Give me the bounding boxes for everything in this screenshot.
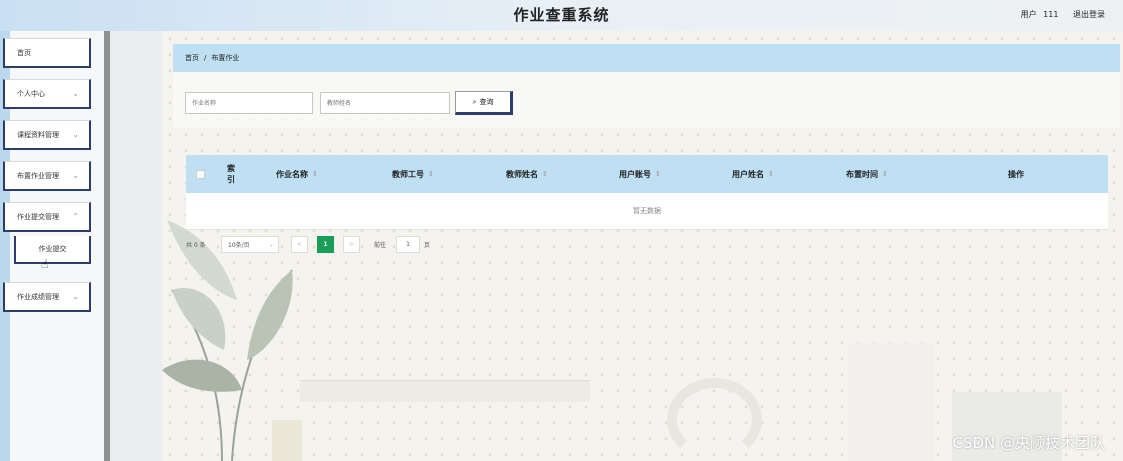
column-header-label: 操作 xyxy=(1008,169,1024,179)
column-header-user-name[interactable]: 用户姓名 ⇕ xyxy=(732,155,774,193)
column-header-label: 教师姓名 xyxy=(506,169,538,179)
stand-decoration xyxy=(272,420,302,461)
chevron-down-icon: ⌄ xyxy=(72,292,79,301)
sidebar-subitem-submit-homework[interactable]: 作业提交 xyxy=(14,236,91,264)
column-header-teacher-id[interactable]: 教师工号 ⇕ xyxy=(392,155,434,193)
chevron-down-icon: ⌄ xyxy=(268,241,274,248)
sidebar-item-course-materials[interactable]: 课程资料管理 ⌄ xyxy=(3,120,91,150)
select-all-checkbox[interactable] xyxy=(196,170,205,179)
sort-icon[interactable]: ⇕ xyxy=(542,170,548,178)
sort-icon[interactable]: ⇕ xyxy=(655,170,661,178)
teacher-name-input[interactable] xyxy=(320,92,450,114)
app-title: 作业查重系统 xyxy=(513,6,610,24)
sidebar-item-label: 作业提交管理 xyxy=(17,212,59,221)
sidebar-item-home[interactable]: 首页 xyxy=(3,38,91,68)
empty-text: 暂无数据 xyxy=(633,207,661,215)
cylinder-decoration xyxy=(848,343,934,461)
goto-page-input[interactable]: 1 xyxy=(396,236,420,253)
goto-label: 前往 xyxy=(374,242,387,249)
column-header-label: 作业名称 xyxy=(276,169,308,179)
logout-link[interactable]: 退出登录 xyxy=(1073,10,1105,19)
chevron-up-icon: ⌃ xyxy=(72,212,79,221)
sort-icon[interactable]: ⇕ xyxy=(428,170,434,178)
breadcrumb: 首页 / 布置作业 xyxy=(173,44,1120,72)
sort-icon[interactable]: ⇕ xyxy=(312,170,318,178)
sort-icon[interactable]: ⇕ xyxy=(882,170,888,178)
breadcrumb-separator: / xyxy=(204,54,207,62)
sidebar-item-assign-homework[interactable]: 布置作业管理 ⌄ xyxy=(3,161,91,191)
watermark: CSDN @央顺技术团队 xyxy=(952,434,1105,452)
sidebar-item-label: 课程资料管理 xyxy=(17,130,59,139)
chevron-down-icon: ⌄ xyxy=(72,171,79,180)
next-page-button[interactable]: > xyxy=(343,236,360,253)
homework-name-input[interactable] xyxy=(185,92,313,114)
top-header: 作业查重系统 用户 111 退出登录 xyxy=(0,0,1123,31)
sidebar-item-homework-submission[interactable]: 作业提交管理 ⌃ xyxy=(3,202,91,232)
page-number-current[interactable]: 1 xyxy=(317,236,334,253)
search-button-label: 查询 xyxy=(479,98,494,106)
column-header-user-account[interactable]: 用户账号 ⇕ xyxy=(619,155,661,193)
sidebar-item-label: 首页 xyxy=(17,48,31,57)
search-button[interactable]: ⌕ 查询 xyxy=(455,91,513,115)
breadcrumb-home[interactable]: 首页 xyxy=(185,53,199,63)
table-header: 索 引 作业名称 ⇕ 教师工号 ⇕ 教师姓名 ⇕ 用户账号 ⇕ 用户姓名 ⇕ 布置时间 ⇕ … xyxy=(186,155,1108,193)
sidebar-item-label: 个人中心 xyxy=(17,89,45,98)
sidebar-gap xyxy=(110,31,162,461)
user-area: 用户 111 退出登录 xyxy=(1017,9,1105,20)
chevron-down-icon: ⌄ xyxy=(72,130,79,139)
search-icon: ⌕ xyxy=(472,97,477,106)
index-header-char1: 索 xyxy=(227,164,235,173)
shelf-decoration xyxy=(300,380,590,402)
table-empty-row: 暂无数据 xyxy=(186,193,1108,230)
hand-cursor-icon: ☝ xyxy=(41,257,49,271)
page-unit-label: 页 xyxy=(424,242,431,249)
column-header-assign-time[interactable]: 布置时间 ⇕ xyxy=(846,155,888,193)
chevron-down-icon: ⌄ xyxy=(72,89,79,98)
column-header-label: 用户姓名 xyxy=(732,169,764,179)
index-header-char2: 引 xyxy=(227,175,235,184)
total-count: 共 0 条 xyxy=(186,242,206,249)
sidebar-item-label: 作业提交 xyxy=(38,245,67,253)
sidebar-item-homework-grades[interactable]: 作业成绩管理 ⌄ xyxy=(3,282,91,312)
sidebar-item-label: 作业成绩管理 xyxy=(17,292,59,301)
column-header-actions: 操作 xyxy=(1008,155,1024,193)
page-size-select[interactable]: 10条/页 ⌄ xyxy=(221,236,279,253)
column-header-label: 教师工号 xyxy=(392,169,424,179)
sort-icon[interactable]: ⇕ xyxy=(768,170,774,178)
sidebar-item-label: 布置作业管理 xyxy=(17,171,59,180)
page-size-value: 10条/页 xyxy=(228,242,250,249)
column-header-homework-name[interactable]: 作业名称 ⇕ xyxy=(276,155,318,193)
column-header-teacher-name[interactable]: 教师姓名 ⇕ xyxy=(506,155,548,193)
user-id: 111 xyxy=(1043,10,1059,19)
ring-decoration xyxy=(667,378,762,461)
search-panel xyxy=(173,72,1120,128)
sidebar-item-personal-center[interactable]: 个人中心 ⌄ xyxy=(3,79,91,109)
column-header-index: 索 引 xyxy=(224,155,238,193)
prev-page-button[interactable]: < xyxy=(291,236,308,253)
breadcrumb-current: 布置作业 xyxy=(211,54,240,62)
column-header-label: 布置时间 xyxy=(846,169,878,179)
user-label: 用户 xyxy=(1020,10,1037,19)
column-header-label: 用户账号 xyxy=(619,169,651,179)
